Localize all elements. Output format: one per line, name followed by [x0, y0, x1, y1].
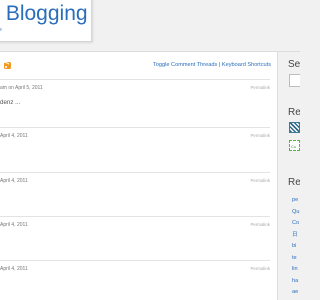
- comment-divider: [0, 79, 270, 80]
- toolbar-separator: |: [218, 62, 221, 68]
- list-item[interactable]: bi: [292, 241, 299, 253]
- permalink-link[interactable]: Permalink: [250, 133, 270, 139]
- site-title[interactable]: r Blogging: [0, 1, 103, 27]
- list-item[interactable]: lin: [292, 264, 299, 276]
- recent-thumbnail[interactable]: Cu: [289, 140, 300, 151]
- recent-heading: Re: [288, 107, 300, 118]
- sidebar: Se Re Cu Re pe Qu Co 日 bi te lin ha ae: [280, 52, 300, 300]
- comment-date[interactable]: April 4, 2011: [0, 266, 28, 272]
- list-item[interactable]: Qu: [292, 207, 299, 219]
- comments-panel: Toggle Comment Threads | Keyboard Shortc…: [0, 52, 278, 300]
- comment-item: April 4, 2011 Permalink: [0, 216, 270, 260]
- comment-divider: [0, 172, 270, 173]
- comment-body: denz ...: [0, 99, 21, 106]
- comment-item: April 4, 2011 Permalink: [0, 260, 270, 300]
- comment-item: April 4, 2011 Permalink: [0, 127, 270, 171]
- comment-divider: [0, 260, 270, 261]
- list-item[interactable]: pe: [292, 195, 299, 207]
- site-tagline: e: [0, 27, 2, 33]
- list-item[interactable]: Co: [292, 218, 299, 230]
- thread-toolbar: Toggle Comment Threads | Keyboard Shortc…: [153, 62, 271, 69]
- permalink-link[interactable]: Permalink: [250, 266, 270, 272]
- list-item[interactable]: te: [292, 253, 299, 265]
- comment-date[interactable]: April 4, 2011: [0, 133, 28, 139]
- recent-thumbnail[interactable]: [289, 122, 300, 133]
- search-input[interactable]: [289, 74, 300, 87]
- toggle-comment-threads-link[interactable]: Toggle Comment Threads: [153, 62, 217, 68]
- recent-posts-heading: Re: [288, 177, 300, 188]
- thumbnail-label: Cu: [291, 144, 297, 149]
- comment-item: April 4, 2011 Permalink: [0, 172, 270, 216]
- search-heading: Se: [288, 59, 300, 70]
- comment-date[interactable]: April 4, 2011: [0, 178, 28, 184]
- permalink-link[interactable]: Permalink: [250, 85, 270, 91]
- comment-date[interactable]: am on April 5, 2011: [0, 85, 43, 91]
- recent-posts-list: pe Qu Co 日 bi te lin ha ae: [292, 195, 299, 299]
- list-item[interactable]: 日: [292, 230, 299, 242]
- keyboard-shortcuts-link[interactable]: Keyboard Shortcuts: [222, 62, 271, 68]
- permalink-link[interactable]: Permalink: [250, 222, 270, 228]
- comment-item: am on April 5, 2011 Permalink denz ...: [0, 79, 270, 123]
- rss-icon[interactable]: [4, 62, 11, 69]
- list-item[interactable]: ha: [292, 276, 299, 288]
- permalink-link[interactable]: Permalink: [250, 178, 270, 184]
- comment-date[interactable]: April 4, 2011: [0, 222, 28, 228]
- list-item[interactable]: ae: [292, 287, 299, 299]
- comment-divider: [0, 127, 270, 128]
- comment-divider: [0, 216, 270, 217]
